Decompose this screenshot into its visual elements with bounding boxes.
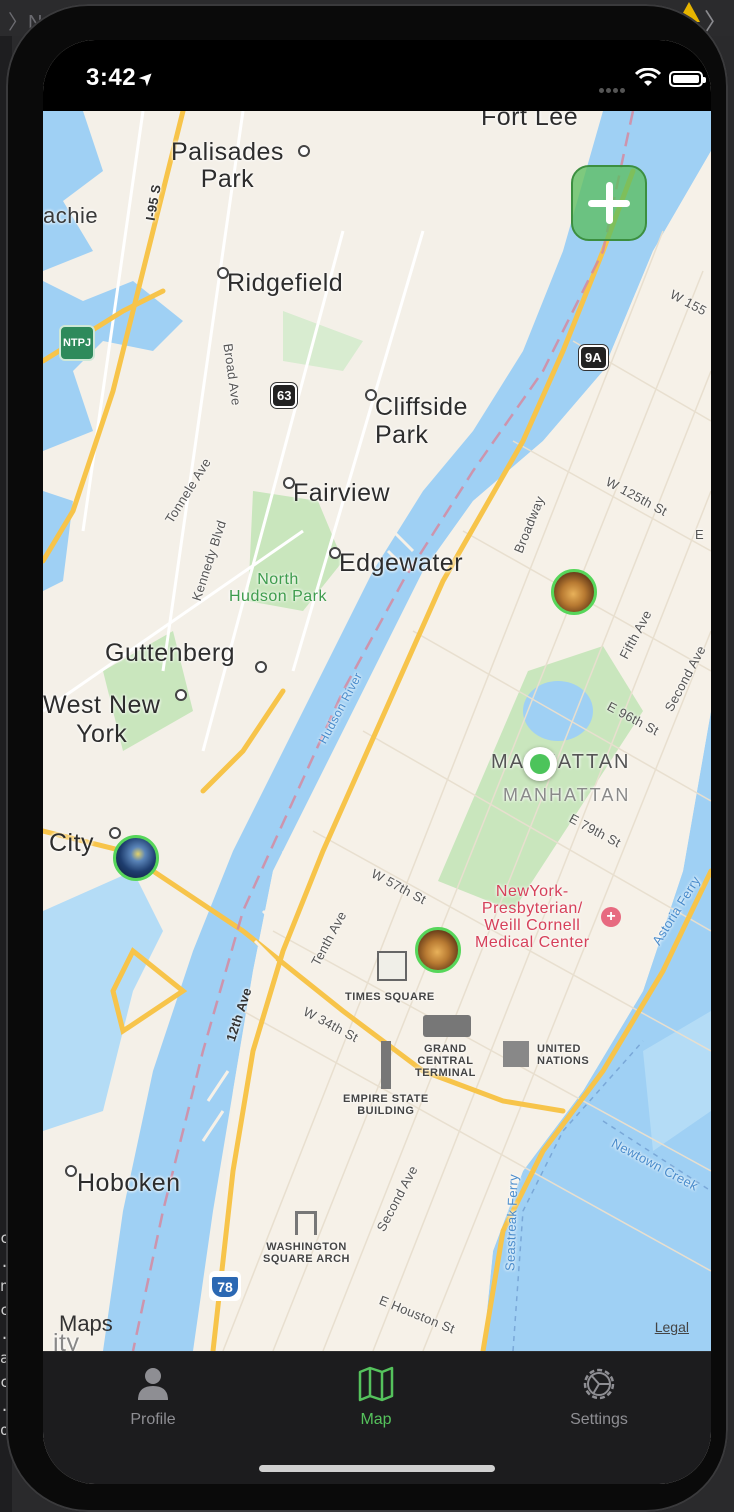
apple-maps-logo[interactable]: Maps — [59, 1311, 113, 1337]
tab-settings[interactable]: Settings — [529, 1366, 669, 1429]
notch — [189, 40, 565, 94]
user-location-dot[interactable] — [523, 747, 557, 781]
map-label-palisades-park: Palisades Park — [171, 138, 284, 193]
home-indicator[interactable] — [259, 1465, 495, 1472]
battery-icon — [669, 71, 706, 87]
tab-profile[interactable]: Profile — [83, 1366, 223, 1429]
photo-pin-lion[interactable] — [551, 569, 597, 615]
add-pin-button[interactable] — [571, 165, 647, 241]
empire-state-icon — [381, 1041, 391, 1089]
place-dot — [329, 547, 341, 559]
map-label-ridgefield: Ridgefield — [227, 269, 344, 297]
map-label-guttenberg: Guttenberg — [105, 639, 236, 667]
tab-settings-label: Settings — [570, 1411, 628, 1428]
map-label-grand-central: GRAND CENTRAL TERMINAL — [415, 1043, 476, 1079]
tab-map-label: Map — [360, 1411, 392, 1428]
place-dot — [255, 661, 267, 673]
map-label-achie: achie — [43, 203, 99, 228]
legal-link[interactable]: Legal — [655, 1319, 689, 1335]
map-label-fort-lee: Fort Lee — [481, 111, 579, 131]
tab-map[interactable]: Map — [306, 1366, 446, 1429]
maps-logo-text: Maps — [59, 1311, 113, 1336]
status-time: 3:42➤ — [86, 64, 158, 92]
phone-screen: 3:42➤ Fort Lee Palisades Park achie Ridg… — [43, 40, 711, 1484]
map-label-washington-square: WASHINGTON SQUARE ARCH — [263, 1241, 350, 1265]
map-label-west-new-york: West New York — [43, 691, 161, 748]
map-label-times-square: TIMES SQUARE — [345, 991, 435, 1003]
map-label-city: City — [49, 829, 95, 857]
map-label-united-nations: UNITED NATIONS — [537, 1043, 590, 1067]
status-bar: 3:42➤ — [43, 40, 711, 111]
map-label-manhattan: MANHATTAN — [491, 751, 631, 773]
place-dot — [65, 1165, 77, 1177]
place-dot — [175, 689, 187, 701]
interstate-78-number: 78 — [212, 1277, 238, 1297]
map-label-cliffside-park: Cliffside Park — [375, 393, 468, 449]
phone-frame: 3:42➤ Fort Lee Palisades Park achie Ridg… — [6, 4, 728, 1512]
route-9a-shield: 9A — [579, 345, 608, 370]
map-view[interactable]: Fort Lee Palisades Park achie Ridgefield… — [43, 111, 711, 1351]
united-nations-icon — [503, 1041, 529, 1067]
wifi-icon — [635, 68, 661, 86]
cellular-signal-icon — [599, 80, 627, 98]
photo-pin-lion[interactable] — [415, 927, 461, 973]
place-dot — [298, 145, 310, 157]
washington-square-icon — [295, 1211, 317, 1235]
place-dot — [109, 827, 121, 839]
plus-icon-bar — [588, 200, 630, 207]
grand-central-icon — [423, 1015, 471, 1037]
map-icon — [358, 1366, 394, 1402]
place-dot — [283, 477, 295, 489]
map-label-north-hudson-park: North Hudson Park — [229, 571, 327, 605]
tab-bar: Profile Map Settings — [43, 1351, 711, 1484]
map-label-nyp-hospital: NewYork- Presbyterian/ Weill Cornell Med… — [475, 883, 590, 951]
route-63-shield: 63 — [271, 383, 298, 408]
map-label-e-edge: E — [695, 527, 704, 542]
map-label-empire-state: EMPIRE STATE BUILDING — [343, 1093, 429, 1117]
map-label-manhattan-secondary: MANHATTAN — [503, 785, 631, 805]
person-icon — [138, 1368, 168, 1400]
hospital-icon: + — [601, 907, 621, 927]
location-arrow-icon: ➤ — [136, 67, 159, 90]
map-label-edgewater: Edgewater — [339, 549, 464, 577]
photo-pin-starry-night[interactable] — [113, 835, 159, 881]
gear-icon — [583, 1368, 615, 1400]
place-dot — [217, 267, 229, 279]
nj-turnpike-shield: NTPJ — [59, 325, 95, 361]
times-square-icon — [377, 951, 407, 981]
interstate-78-shield: 78 — [209, 1271, 241, 1301]
map-label-hoboken: Hoboken — [77, 1169, 181, 1197]
tab-profile-label: Profile — [130, 1411, 176, 1428]
time-text: 3:42 — [86, 64, 137, 91]
place-dot — [365, 389, 377, 401]
map-label-fairview: Fairview — [293, 479, 391, 507]
